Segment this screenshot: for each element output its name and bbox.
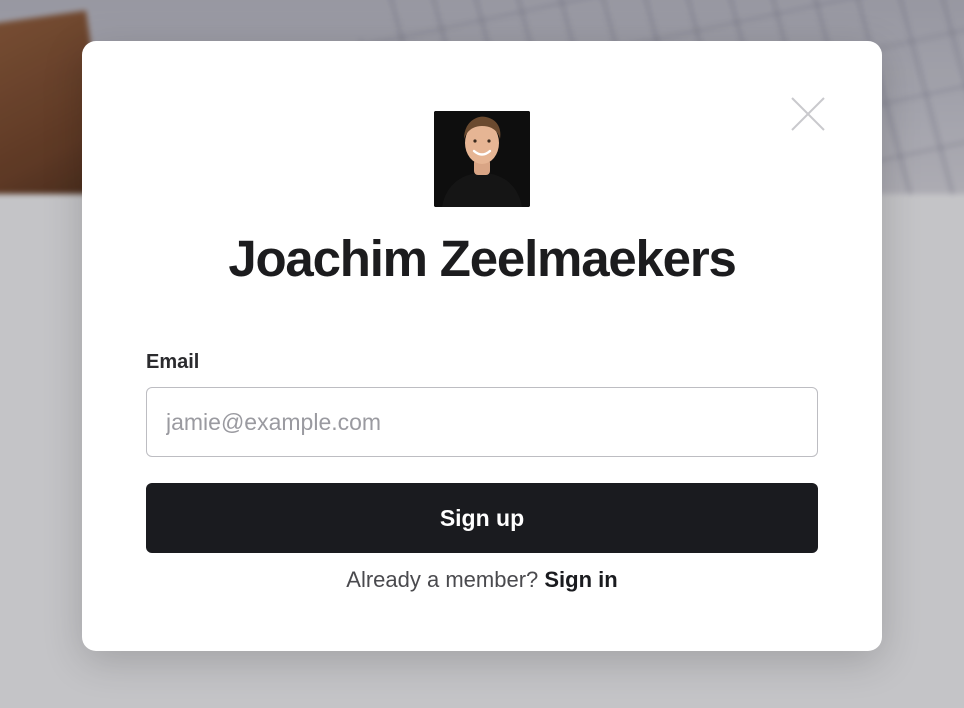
- page: Joachim Zeelmaekers Email Sign up Alread…: [0, 0, 964, 708]
- close-button[interactable]: [788, 94, 828, 134]
- member-prompt-text: Already a member?: [346, 567, 545, 592]
- sign-in-link[interactable]: Sign in: [544, 567, 617, 592]
- profile-photo: [434, 111, 530, 207]
- close-icon: [791, 97, 825, 131]
- page-title: Joachim Zeelmaekers: [228, 230, 737, 287]
- signup-modal: Joachim Zeelmaekers Email Sign up Alread…: [82, 41, 882, 651]
- avatar: [434, 111, 530, 207]
- email-field[interactable]: [146, 387, 818, 457]
- sign-up-button[interactable]: Sign up: [146, 483, 818, 553]
- sign-in-prompt: Already a member? Sign in: [82, 567, 882, 593]
- email-label: Email: [146, 351, 200, 373]
